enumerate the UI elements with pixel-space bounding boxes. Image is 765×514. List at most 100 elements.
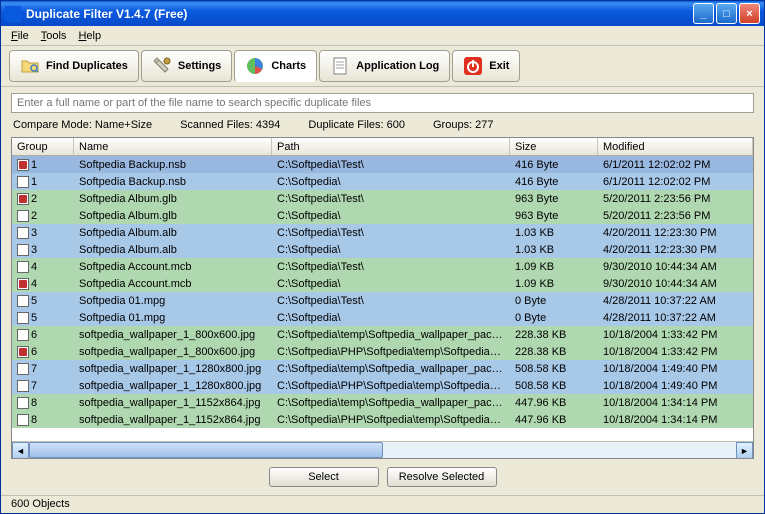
cell-group: 1 (31, 159, 37, 171)
row-checkbox[interactable] (17, 261, 29, 273)
exit-button[interactable]: Exit (452, 50, 520, 82)
table-row[interactable]: 8softpedia_wallpaper_1_1152x864.jpgC:\So… (12, 411, 753, 428)
cell-path: C:\Softpedia\Test\ (272, 227, 510, 239)
cell-path: C:\Softpedia\Test\ (272, 295, 510, 307)
cell-size: 508.58 KB (510, 380, 598, 392)
settings-button[interactable]: Settings (141, 50, 232, 82)
cell-size: 1.03 KB (510, 244, 598, 256)
toolbar-label: Find Duplicates (46, 60, 128, 72)
cell-group: 7 (31, 363, 37, 375)
cell-name: Softpedia Album.glb (74, 193, 272, 205)
table-row[interactable]: 8softpedia_wallpaper_1_1152x864.jpgC:\So… (12, 394, 753, 411)
row-checkbox[interactable] (17, 295, 29, 307)
minimize-button[interactable]: _ (693, 3, 714, 24)
col-header-name[interactable]: Name (74, 138, 272, 155)
col-header-group[interactable]: Group (12, 138, 74, 155)
row-checkbox[interactable] (17, 397, 29, 409)
table-row[interactable]: 7softpedia_wallpaper_1_1280x800.jpgC:\So… (12, 360, 753, 377)
app-window: Duplicate Filter V1.4.7 (Free) _ □ × Fil… (0, 0, 765, 514)
cell-name: Softpedia Account.mcb (74, 261, 272, 273)
row-checkbox[interactable] (17, 414, 29, 426)
grid-body[interactable]: 1Softpedia Backup.nsbC:\Softpedia\Test\4… (12, 156, 753, 441)
col-header-modified[interactable]: Modified (598, 138, 753, 155)
window-title: Duplicate Filter V1.4.7 (Free) (26, 7, 693, 21)
toolbar-label: Application Log (356, 60, 439, 72)
row-checkbox[interactable] (17, 329, 29, 341)
table-row[interactable]: 2Softpedia Album.glbC:\Softpedia\Test\96… (12, 190, 753, 207)
cell-size: 0 Byte (510, 295, 598, 307)
scroll-thumb[interactable] (29, 442, 383, 458)
cell-group: 6 (31, 346, 37, 358)
table-row[interactable]: 6 softpedia_wallpaper_1_800x600.jpgC:\Sof… (12, 343, 753, 360)
titlebar[interactable]: Duplicate Filter V1.4.7 (Free) _ □ × (1, 1, 764, 26)
cell-path: C:\Softpedia\ (272, 210, 510, 222)
cell-size: 228.38 KB (510, 329, 598, 341)
table-row[interactable]: 3Softpedia Album.albC:\Softpedia\1.03 KB… (12, 241, 753, 258)
col-header-path[interactable]: Path (272, 138, 510, 155)
cell-size: 1.09 KB (510, 278, 598, 290)
table-row[interactable]: 1Softpedia Backup.nsbC:\Softpedia\416 By… (12, 173, 753, 190)
select-button[interactable]: Select (269, 467, 379, 487)
scroll-right-button[interactable]: ► (736, 442, 753, 459)
tools-icon (152, 56, 172, 76)
cell-size: 0 Byte (510, 312, 598, 324)
cell-size: 1.09 KB (510, 261, 598, 273)
toolbar-label: Charts (271, 60, 306, 72)
cell-modified: 9/30/2010 10:44:34 AM (598, 261, 753, 273)
row-checkbox[interactable] (17, 363, 29, 375)
row-checkbox[interactable] (17, 159, 29, 171)
col-header-size[interactable]: Size (510, 138, 598, 155)
cell-size: 416 Byte (510, 159, 598, 171)
menu-file[interactable]: File (11, 30, 29, 42)
toolbar-label: Exit (489, 60, 509, 72)
cell-path: C:\Softpedia\PHP\Softpedia\temp\Softpedi… (272, 380, 510, 392)
cell-group: 6 (31, 329, 37, 341)
row-checkbox[interactable] (17, 278, 29, 290)
charts-button[interactable]: Charts (234, 50, 317, 82)
table-row[interactable]: 3Softpedia Album.albC:\Softpedia\Test\1.… (12, 224, 753, 241)
table-row[interactable]: 5Softpedia 01.mpgC:\Softpedia\Test\0 Byt… (12, 292, 753, 309)
table-row[interactable]: 4Softpedia Account.mcbC:\Softpedia\1.09 … (12, 275, 753, 292)
cell-modified: 10/18/2004 1:34:14 PM (598, 397, 753, 409)
table-row[interactable]: 1Softpedia Backup.nsbC:\Softpedia\Test\4… (12, 156, 753, 173)
cell-name: softpedia_wallpaper_1_1280x800.jpg (74, 363, 272, 375)
cell-group: 2 (31, 210, 37, 222)
folder-search-icon (20, 56, 40, 76)
find-duplicates-button[interactable]: Find Duplicates (9, 50, 139, 82)
cell-modified: 10/18/2004 1:33:42 PM (598, 329, 753, 341)
row-checkbox[interactable] (17, 210, 29, 222)
cell-size: 416 Byte (510, 176, 598, 188)
cell-name: Softpedia Album.glb (74, 210, 272, 222)
close-button[interactable]: × (739, 3, 760, 24)
row-checkbox[interactable] (17, 380, 29, 392)
cell-name: Softpedia 01.mpg (74, 312, 272, 324)
row-checkbox[interactable] (17, 227, 29, 239)
cell-name: softpedia_wallpaper_1_800x600.jpg (74, 346, 272, 358)
cell-size: 1.03 KB (510, 227, 598, 239)
horizontal-scrollbar[interactable]: ◄ ► (12, 441, 753, 458)
scroll-track[interactable] (29, 442, 736, 458)
toolbar-label: Settings (178, 60, 221, 72)
document-icon (330, 56, 350, 76)
menu-help[interactable]: Help (78, 30, 101, 42)
cell-name: softpedia_wallpaper_1_1280x800.jpg (74, 380, 272, 392)
table-row[interactable]: 6softpedia_wallpaper_1_800x600.jpgC:\Sof… (12, 326, 753, 343)
table-row[interactable]: 7softpedia_wallpaper_1_1280x800.jpgC:\So… (12, 377, 753, 394)
cell-modified: 5/20/2011 2:23:56 PM (598, 210, 753, 222)
cell-path: C:\Softpedia\PHP\Softpedia\temp\Softpedi… (272, 346, 510, 358)
row-checkbox[interactable] (17, 193, 29, 205)
table-row[interactable]: 5Softpedia 01.mpgC:\Softpedia\0 Byte4/28… (12, 309, 753, 326)
resolve-selected-button[interactable]: Resolve Selected (387, 467, 497, 487)
row-checkbox[interactable] (17, 244, 29, 256)
row-checkbox[interactable] (17, 176, 29, 188)
table-row[interactable]: 2Softpedia Album.glbC:\Softpedia\963 Byt… (12, 207, 753, 224)
table-row[interactable]: 4Softpedia Account.mcbC:\Softpedia\Test\… (12, 258, 753, 275)
menu-tools[interactable]: Tools (41, 30, 67, 42)
row-checkbox[interactable] (17, 346, 29, 358)
row-checkbox[interactable] (17, 312, 29, 324)
search-input[interactable] (11, 93, 754, 113)
application-log-button[interactable]: Application Log (319, 50, 450, 82)
scroll-left-button[interactable]: ◄ (12, 442, 29, 459)
maximize-button[interactable]: □ (716, 3, 737, 24)
cell-name: Softpedia Account.mcb (74, 278, 272, 290)
